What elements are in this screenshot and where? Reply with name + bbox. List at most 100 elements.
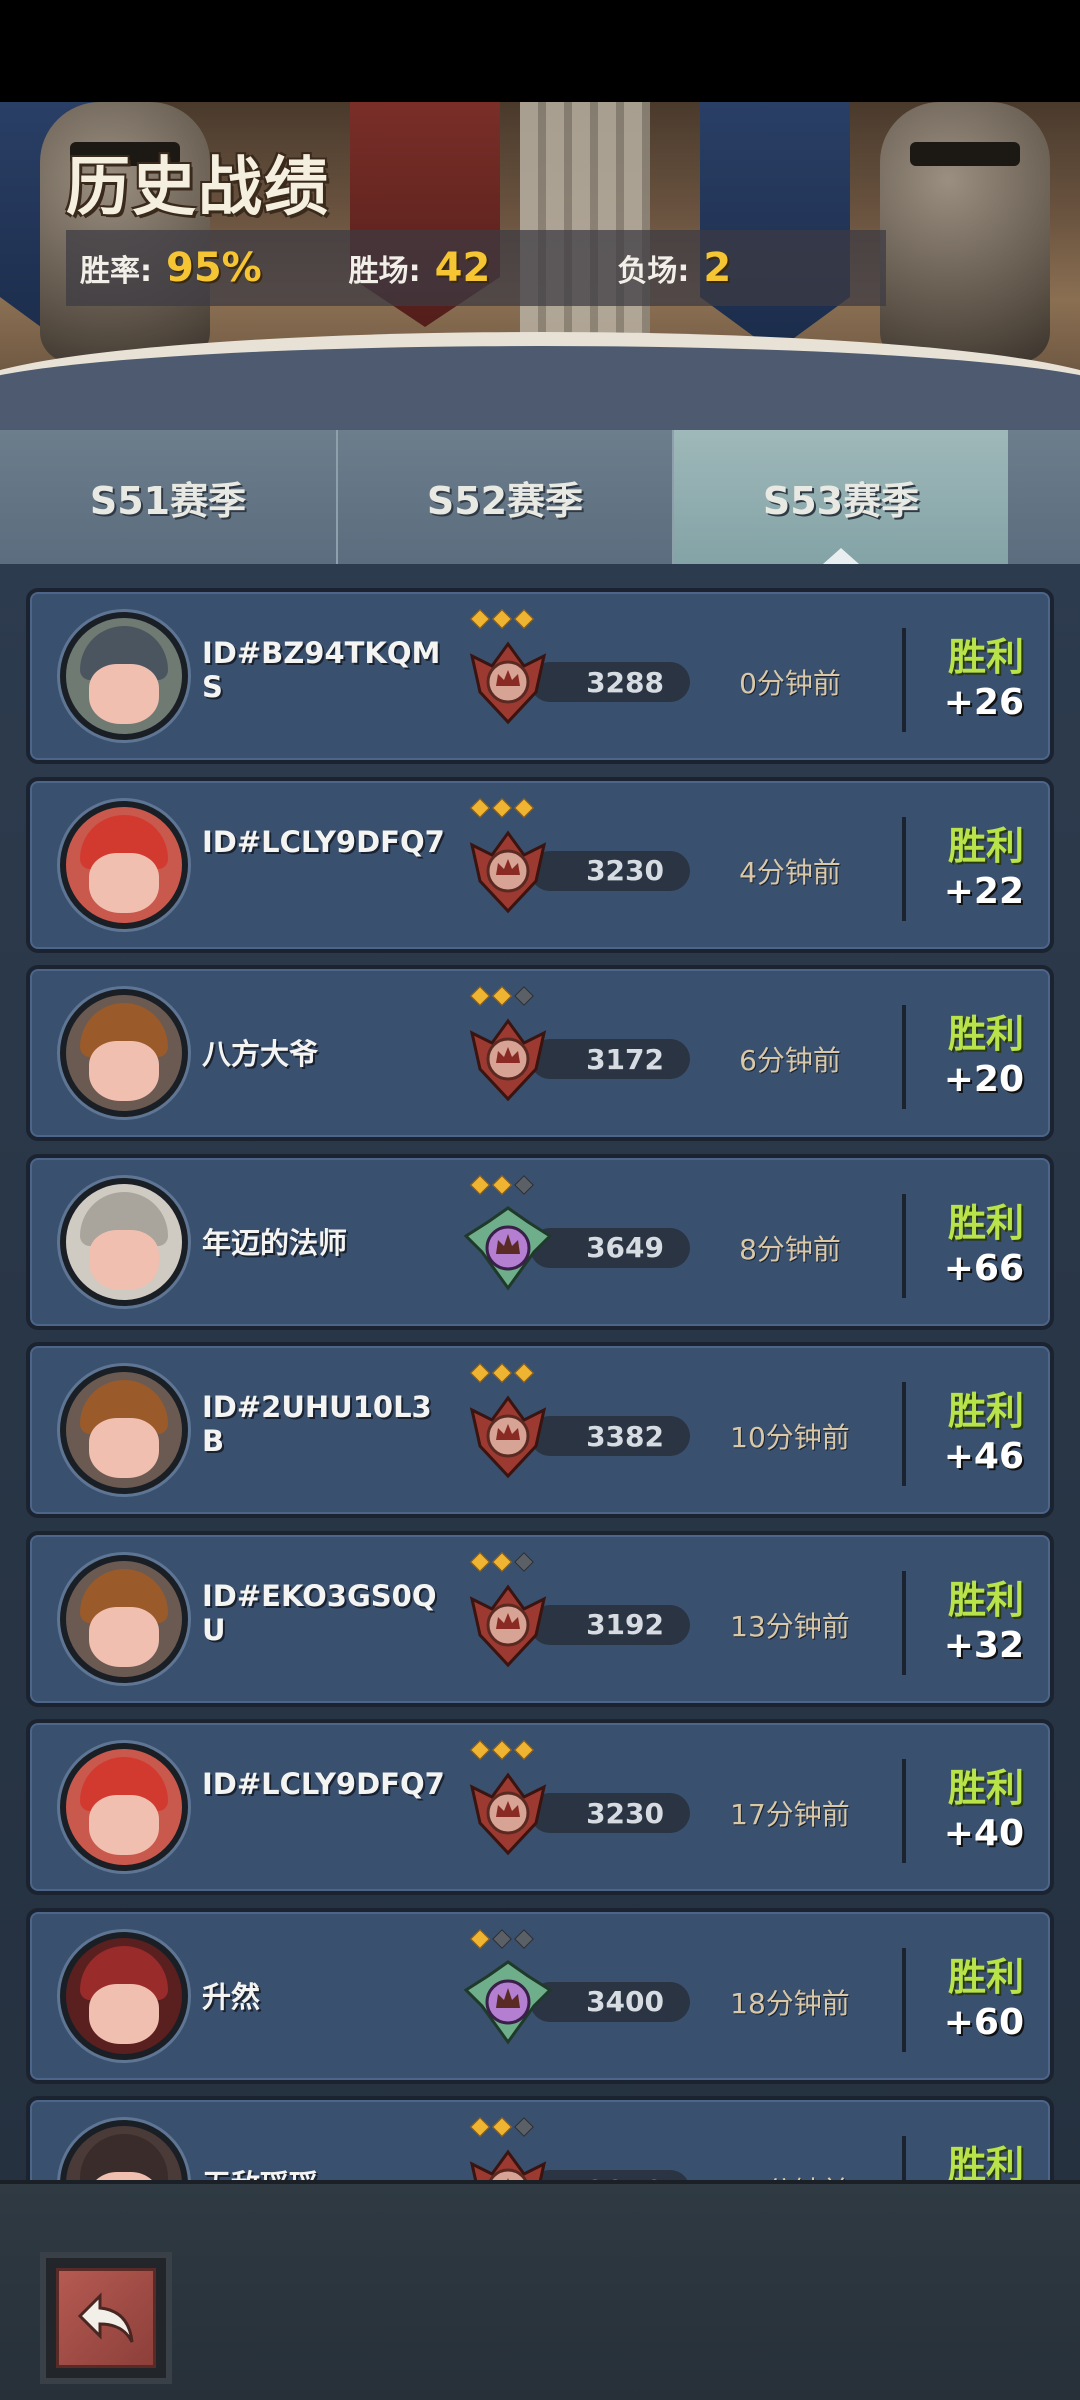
divider [902, 1947, 906, 2052]
avatar[interactable] [60, 1554, 188, 1683]
rank-stars [470, 1551, 534, 1572]
divider [902, 816, 906, 921]
rank-score: 3382 [530, 1416, 690, 1456]
rank-star-icon [492, 1363, 512, 1383]
player-name: ID#BZ94TKQMS [202, 636, 441, 704]
avatar[interactable] [60, 989, 188, 1117]
avatar-face [89, 1041, 159, 1101]
rank-star-icon [470, 609, 490, 629]
match-result: 胜利 [947, 1577, 1024, 1622]
rank-stars [470, 986, 534, 1006]
rank-score: 3192 [530, 1604, 690, 1645]
rank-stars [470, 1740, 534, 1760]
banner-decoration [350, 102, 500, 327]
rank-star-icon [514, 1174, 534, 1195]
back-arrow-icon [56, 2268, 156, 2368]
back-button[interactable] [40, 2252, 172, 2384]
rank-stars [470, 609, 534, 629]
tab-s53[interactable]: S53赛季 [672, 430, 1008, 564]
rank-score: 3172 [530, 1039, 690, 1079]
rank-star-icon [470, 1551, 490, 1572]
avatar[interactable] [60, 800, 188, 929]
match-record[interactable]: 年迈的法师 3649 8分钟前 胜利 +66 [26, 1153, 1054, 1330]
avatar-face [89, 1795, 159, 1855]
avatar[interactable] [60, 1177, 188, 1306]
match-result: 胜利 [947, 2143, 1024, 2180]
player-name: 无敌瑶瑶 [202, 2168, 452, 2180]
avatar-face [89, 852, 159, 913]
divider [902, 1005, 906, 1109]
tab-s51[interactable]: S51赛季 [0, 430, 336, 564]
player-name: 八方大爷 [202, 1037, 319, 1071]
avatar[interactable] [60, 612, 188, 740]
rank-star-icon [470, 1928, 490, 1949]
avatar[interactable] [60, 1743, 188, 1871]
rank-star-icon [470, 1740, 490, 1760]
stat-value: 42 [434, 245, 491, 291]
player-name: ID#LCLY9DFQ7 [202, 824, 445, 859]
rank-score: 3400 [530, 1981, 690, 2022]
rank-emblem-icon [462, 1202, 554, 1294]
page-title: 历史战绩 [66, 151, 330, 225]
rank-emblem-icon [462, 1767, 554, 1859]
avatar-face [89, 1229, 159, 1290]
match-result: 胜利 [947, 1200, 1024, 1245]
match-result: 胜利 [947, 635, 1024, 679]
rank-star-icon [492, 797, 512, 818]
avatar-face [89, 1418, 159, 1478]
rank-stars [470, 797, 534, 818]
match-history-list[interactable]: ID#BZ94TKQMS 3288 0分钟前 胜利 +26 ID#LCLY9DF… [0, 564, 1080, 2180]
match-result: 胜利 [947, 1766, 1024, 1810]
avatar-face [89, 664, 159, 724]
match-time: 13分钟前 [730, 1609, 850, 1643]
points-change: +26 [943, 682, 1024, 723]
rank-score: 3288 [530, 662, 690, 702]
avatar[interactable] [60, 1931, 188, 2060]
points-change: +66 [943, 1247, 1024, 1289]
tab-s52[interactable]: S52赛季 [336, 430, 672, 564]
match-time: 6分钟前 [739, 1044, 841, 1077]
match-time: 10分钟前 [730, 1421, 850, 1454]
match-record[interactable]: ID#BZ94TKQMS 3288 0分钟前 胜利 +26 [26, 588, 1054, 764]
match-record[interactable]: 八方大爷 3172 6分钟前 胜利 +20 [26, 965, 1054, 1141]
match-record[interactable]: ID#LCLY9DFQ7 3230 4分钟前 胜利 +22 [26, 776, 1054, 953]
rank-score: 3048 [530, 2170, 690, 2180]
rank-star-icon [514, 1928, 534, 1949]
header-divider [0, 332, 1080, 432]
avatar-face [89, 1983, 159, 2044]
stats-bar: 胜率: 95% 胜场: 42 负场: 2 [66, 230, 886, 306]
match-record[interactable]: 升然 3400 18分钟前 胜利 +60 [26, 1907, 1054, 2084]
rank-star-icon [514, 1551, 534, 1572]
match-record[interactable]: ID#LCLY9DFQ7 3230 17分钟前 胜利 +40 [26, 1719, 1054, 1895]
match-time: 8分钟前 [739, 1232, 841, 1266]
player-name: ID#LCLY9DFQ7 [202, 1767, 445, 1801]
rank-emblem-icon [462, 1013, 554, 1105]
match-record[interactable]: ID#2UHU10L3B 3382 10分钟前 胜利 +46 [26, 1342, 1054, 1518]
rank-star-icon [514, 1363, 534, 1383]
match-time: 18分钟前 [730, 1986, 850, 2020]
rank-score: 3230 [530, 1793, 690, 1833]
match-time: 17分钟前 [730, 1798, 850, 1831]
avatar[interactable] [60, 2120, 188, 2180]
match-record[interactable]: ID#EKO3GS0QU 3192 13分钟前 胜利 +32 [26, 1530, 1054, 1707]
match-time: 0分钟前 [739, 667, 841, 700]
rank-emblem-icon [462, 1579, 554, 1671]
match-result: 胜利 [947, 1389, 1024, 1433]
rank-star-icon [492, 1928, 512, 1949]
points-change: +40 [943, 1813, 1024, 1854]
avatar[interactable] [60, 1366, 188, 1494]
status-bar [0, 0, 1080, 102]
player-name: ID#EKO3GS0QU [202, 1578, 437, 1647]
rank-emblem-icon [462, 1956, 554, 2048]
knight-statue [880, 102, 1050, 362]
rank-stars [470, 1928, 534, 1949]
rank-star-icon [514, 797, 534, 818]
rank-star-icon [514, 609, 534, 629]
rank-star-icon [492, 609, 512, 629]
rank-star-icon [470, 1363, 490, 1383]
player-name: 升然 [202, 1979, 261, 2014]
divider [902, 1193, 906, 1298]
rank-star-icon [492, 1740, 512, 1760]
season-tabs: S51赛季 S52赛季 S53赛季 [0, 430, 1080, 564]
match-record[interactable]: 无敌瑶瑶 3048 20分钟前 胜利 +32 [26, 2096, 1054, 2180]
